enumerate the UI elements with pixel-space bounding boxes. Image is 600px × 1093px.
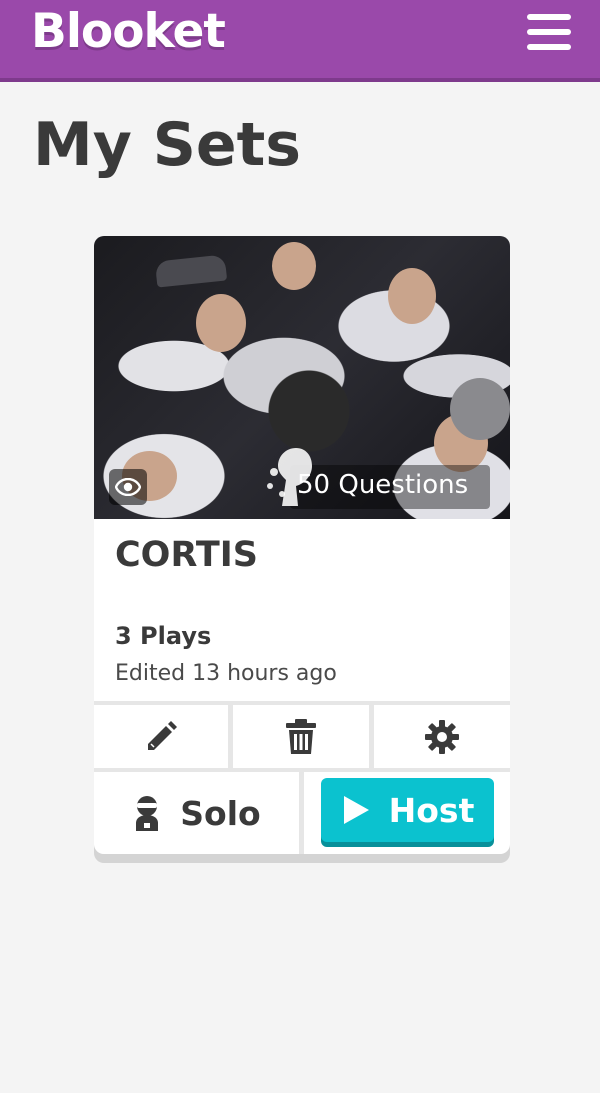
hamburger-menu-icon[interactable]: [527, 14, 571, 50]
host-button[interactable]: Host: [321, 778, 494, 842]
set-title[interactable]: CORTIS: [115, 535, 258, 575]
page-title: My Sets: [33, 110, 302, 180]
solo-label: Solo: [180, 793, 261, 833]
eye-icon: [115, 478, 141, 496]
top-navbar: Blooket: [0, 0, 600, 78]
host-label: Host: [388, 790, 475, 830]
delete-button[interactable]: [233, 705, 369, 768]
set-info: CORTIS 3 Plays Edited 13 hours ago: [94, 519, 510, 701]
gear-icon: [425, 719, 459, 754]
trash-icon: [286, 718, 316, 754]
set-card[interactable]: 50 Questions CORTIS 3 Plays Edited 13 ho…: [94, 236, 510, 854]
edit-button[interactable]: [94, 705, 228, 768]
preview-eye-button[interactable]: [109, 469, 147, 505]
blooket-logo[interactable]: Blooket: [31, 4, 226, 59]
play-count: 3 Plays: [115, 622, 212, 650]
solo-player-icon: [136, 796, 159, 831]
pencil-icon: [148, 720, 177, 750]
play-icon: [343, 796, 369, 824]
settings-button[interactable]: [374, 705, 510, 768]
question-count: 50 Questions: [297, 470, 469, 500]
set-thumbnail[interactable]: 50 Questions: [94, 236, 510, 519]
edited-time: Edited 13 hours ago: [115, 661, 337, 686]
solo-button[interactable]: Solo: [94, 772, 299, 854]
